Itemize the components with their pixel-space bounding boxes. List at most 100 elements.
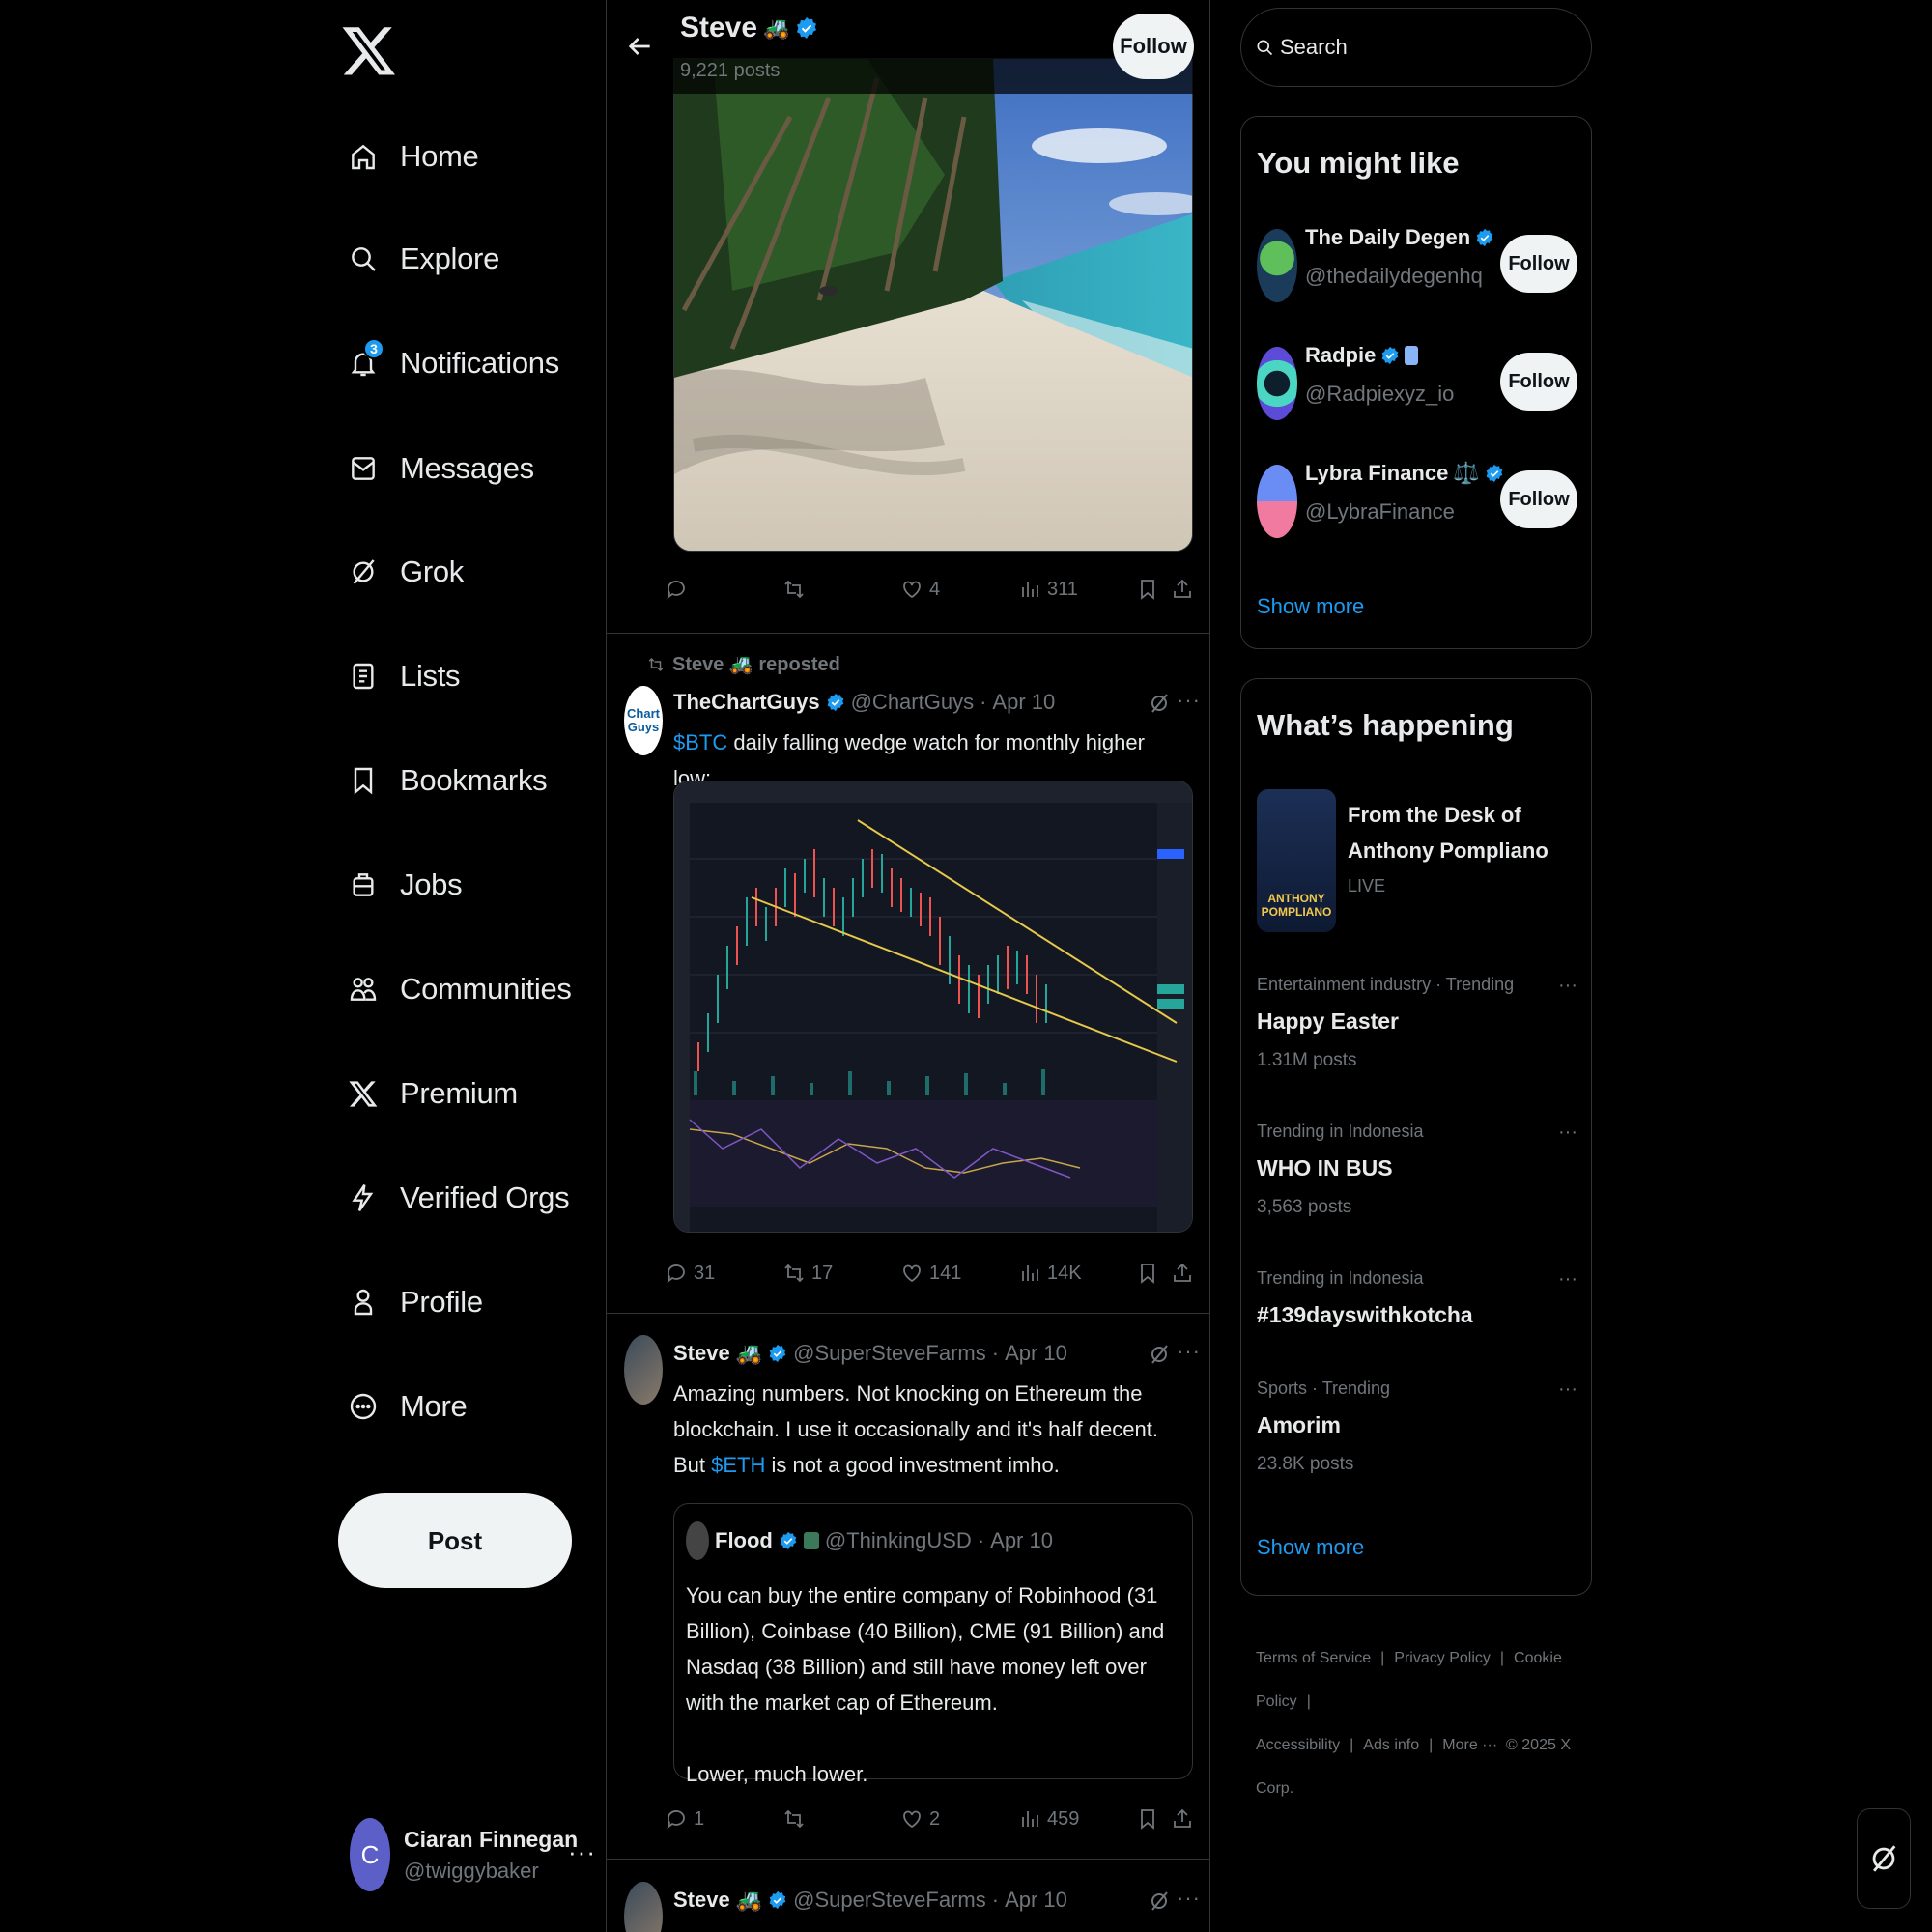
follow-button[interactable]: Follow [1113, 14, 1194, 79]
repost-button[interactable] [782, 1807, 811, 1831]
trend-item[interactable]: Sports · Trending Amorim 23.8K posts ··· [1257, 1378, 1577, 1475]
like-button[interactable]: 2 [900, 1807, 940, 1831]
repost-button[interactable] [782, 578, 811, 601]
footer-link[interactable]: Privacy Policy [1394, 1650, 1491, 1666]
follow-button[interactable]: Follow [1500, 235, 1577, 293]
share-button[interactable] [1171, 578, 1194, 601]
bookmark-button[interactable] [1136, 1262, 1159, 1285]
views-button[interactable]: 14K [1018, 1262, 1082, 1285]
author-name[interactable]: Steve [673, 1341, 730, 1366]
like-count: 2 [929, 1807, 941, 1830]
show-more-link[interactable]: Show more [1257, 594, 1364, 619]
quote-time: Apr 10 [990, 1528, 1053, 1552]
grok-icon[interactable] [1148, 1343, 1171, 1366]
affiliate-badge-icon [1405, 346, 1419, 365]
search-input[interactable] [1280, 35, 1570, 60]
more-dots-icon[interactable]: ··· [1177, 688, 1201, 713]
beach-photo[interactable] [673, 58, 1193, 552]
tweet-time[interactable]: Apr 10 [992, 690, 1055, 715]
cashtag-link[interactable]: $BTC [673, 730, 727, 754]
trend-item[interactable]: Trending in Indonesia WHO IN BUS 3,563 p… [1257, 1122, 1577, 1218]
suggested-account[interactable]: Radpie @Radpiexyz_io Follow [1257, 341, 1577, 420]
more-dots-icon[interactable]: ··· [1177, 1886, 1201, 1911]
author-name[interactable]: Steve [673, 1888, 730, 1913]
cashtag-link[interactable]: $ETH [711, 1453, 765, 1477]
like-button[interactable]: 4 [900, 578, 940, 601]
nav-label: Notifications [400, 346, 559, 380]
nav-communities[interactable]: Communities [348, 960, 572, 1018]
nav-more[interactable]: More [348, 1378, 468, 1435]
more-dots-icon[interactable]: ··· [568, 1837, 596, 1867]
x-logo-icon[interactable] [340, 21, 398, 79]
nav-premium[interactable]: Premium [348, 1065, 518, 1122]
nav-explore[interactable]: Explore [348, 230, 499, 288]
nav-home[interactable]: Home [348, 128, 479, 185]
bookmark-button[interactable] [1136, 578, 1159, 601]
share-button[interactable] [1171, 1807, 1194, 1831]
trend-item[interactable]: Entertainment industry · Trending Happy … [1257, 975, 1577, 1071]
post-button[interactable]: Post [338, 1493, 572, 1588]
like-button[interactable]: 141 [900, 1262, 961, 1285]
tweet-time[interactable]: Apr 10 [1005, 1341, 1067, 1366]
reply-button[interactable] [665, 578, 694, 601]
views-button[interactable]: 459 [1018, 1807, 1079, 1831]
more-dots-icon[interactable]: ··· [1558, 975, 1577, 997]
repost-icon [784, 580, 804, 599]
author-handle[interactable]: @ChartGuys [851, 690, 974, 715]
nav-grok[interactable]: Grok [348, 543, 464, 601]
person-icon [348, 1287, 379, 1318]
author-name[interactable]: TheChartGuys [673, 690, 820, 715]
reply-button[interactable]: 31 [665, 1262, 715, 1285]
whats-happening-card: What’s happening ANTHONY POMPLIANO From … [1240, 678, 1592, 1596]
tweet-time[interactable]: Apr 10 [1005, 1888, 1067, 1913]
suggested-account[interactable]: The Daily Degen @thedailydegenhq Follow [1257, 223, 1577, 302]
footer-link[interactable]: More ··· [1442, 1737, 1497, 1753]
nav-notifications[interactable]: 3 Notifications [348, 334, 559, 392]
footer-link[interactable]: Ads info [1363, 1737, 1419, 1753]
author-handle[interactable]: @SuperSteveFarms [793, 1888, 986, 1913]
nav-messages[interactable]: Messages [348, 440, 534, 497]
back-arrow-icon[interactable] [624, 31, 655, 62]
avatar [1257, 347, 1297, 420]
avatar[interactable] [624, 1335, 663, 1405]
nav-profile[interactable]: Profile [348, 1273, 483, 1331]
nav-verified-orgs[interactable]: Verified Orgs [348, 1169, 570, 1227]
follow-button[interactable]: Follow [1500, 470, 1577, 528]
live-event[interactable]: ANTHONY POMPLIANO From the Desk of Antho… [1257, 789, 1577, 934]
footer-link[interactable]: Accessibility [1256, 1737, 1340, 1753]
repost-button[interactable]: 17 [782, 1262, 833, 1285]
grok-floating-button[interactable] [1857, 1808, 1911, 1909]
search-bar[interactable] [1240, 8, 1592, 87]
avatar[interactable]: Chart Guys [624, 686, 663, 755]
nav-jobs[interactable]: Jobs [348, 856, 463, 914]
footer-link[interactable]: Terms of Service [1256, 1650, 1371, 1666]
suggested-account[interactable]: Lybra Finance ⚖️ @LybraFinance Follow [1257, 459, 1577, 538]
more-dots-icon[interactable]: ··· [1558, 1268, 1577, 1291]
reply-count: 31 [694, 1262, 716, 1284]
show-more-link[interactable]: Show more [1257, 1535, 1364, 1560]
grok-icon[interactable] [1148, 1889, 1171, 1913]
repost-indicator[interactable]: Steve 🚜 reposted [647, 652, 840, 676]
more-dots-icon[interactable]: ··· [1558, 1378, 1577, 1401]
nav-label: Profile [400, 1285, 483, 1319]
bookmark-icon [1141, 580, 1154, 600]
author-handle[interactable]: @SuperSteveFarms [793, 1341, 986, 1366]
nav-lists[interactable]: Lists [348, 647, 461, 705]
nav-bookmarks[interactable]: Bookmarks [348, 752, 548, 810]
quoted-tweet[interactable]: Flood @ThinkingUSD · Apr 10 You can buy … [673, 1503, 1193, 1786]
btc-chart[interactable] [673, 781, 1193, 1233]
views-button[interactable]: 311 [1018, 578, 1078, 601]
view-count: 311 [1047, 578, 1078, 600]
more-dots-icon[interactable]: ··· [1558, 1122, 1577, 1144]
trend-item[interactable]: Trending in Indonesia #139dayswithkotcha… [1257, 1268, 1577, 1328]
avatar[interactable] [624, 1882, 663, 1932]
follow-button[interactable]: Follow [1500, 353, 1577, 411]
bookmark-icon [1141, 1809, 1154, 1830]
grok-icon[interactable] [1148, 692, 1171, 715]
more-dots-icon[interactable]: ··· [1177, 1339, 1201, 1364]
share-button[interactable] [1171, 1262, 1194, 1285]
bookmark-button[interactable] [1136, 1807, 1159, 1831]
separator-dot: · [991, 1888, 1000, 1912]
reply-button[interactable]: 1 [665, 1807, 704, 1831]
account-switcher[interactable]: C Ciaran Finnegan @twiggybaker ··· [350, 1816, 596, 1893]
